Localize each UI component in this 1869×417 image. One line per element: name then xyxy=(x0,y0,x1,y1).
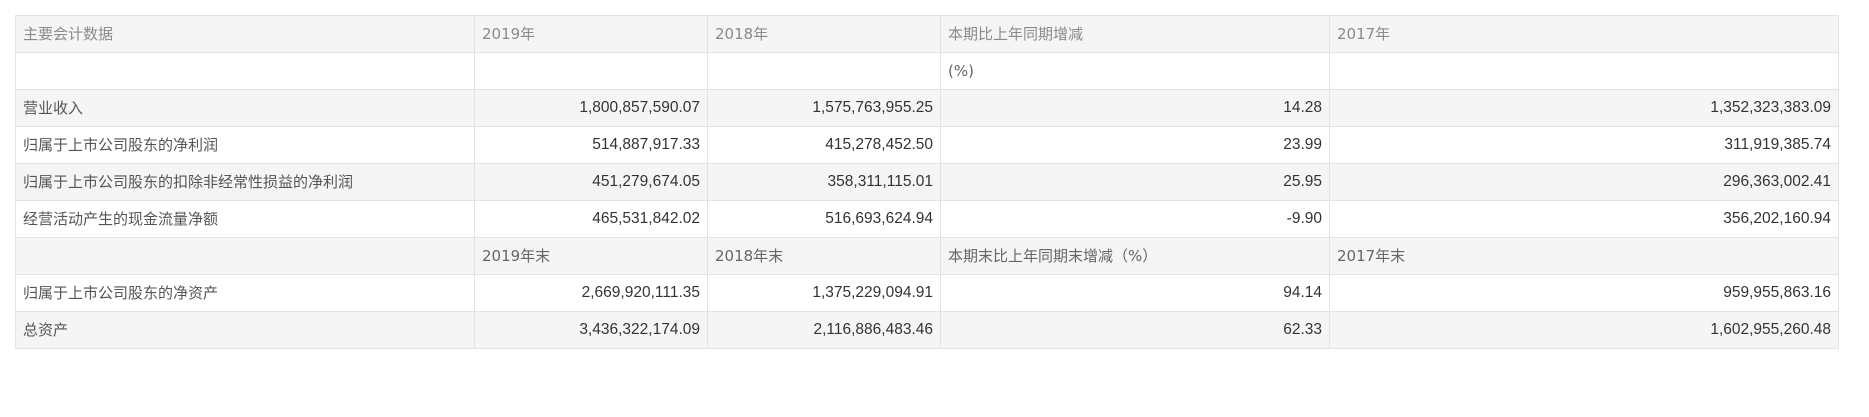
subheader-2018: 2018年末 xyxy=(707,237,941,275)
cell-2019: 514,887,917.33 xyxy=(474,126,708,164)
row-label: 归属于上市公司股东的扣除非经常性损益的净利润 xyxy=(15,163,475,201)
cell-2018: 415,278,452.50 xyxy=(707,126,941,164)
row-label: 经营活动产生的现金流量净额 xyxy=(15,200,475,238)
header-2019: 2019年 xyxy=(474,15,708,53)
subheader-2019: 2019年末 xyxy=(474,237,708,275)
cell-2018: 1,575,763,955.25 xyxy=(707,89,941,127)
cell-2018-end: 1,375,229,094.91 xyxy=(707,274,941,312)
table-row: 总资产 3,436,322,174.09 2,116,886,483.46 62… xyxy=(15,311,1839,349)
unit-empty-3 xyxy=(707,52,941,90)
unit-empty-2 xyxy=(474,52,708,90)
cell-change: 14.28 xyxy=(940,89,1330,127)
cell-2018-end: 2,116,886,483.46 xyxy=(707,311,941,349)
header-label: 主要会计数据 xyxy=(15,15,475,53)
cell-change-end: 62.33 xyxy=(940,311,1330,349)
cell-2017: 356,202,160.94 xyxy=(1329,200,1839,238)
header-2017: 2017年 xyxy=(1329,15,1839,53)
unit-empty-1 xyxy=(15,52,475,90)
cell-2017: 311,919,385.74 xyxy=(1329,126,1839,164)
subheader-empty xyxy=(15,237,475,275)
header-2018: 2018年 xyxy=(707,15,941,53)
unit-row: (%) xyxy=(15,52,1839,90)
cell-change: 23.99 xyxy=(940,126,1330,164)
cell-2017-end: 959,955,863.16 xyxy=(1329,274,1839,312)
cell-2019: 1,800,857,590.07 xyxy=(474,89,708,127)
cell-2018: 358,311,115.01 xyxy=(707,163,941,201)
financial-data-table-container: 主要会计数据 2019年 2018年 本期比上年同期增减 2017年 (%) 营… xyxy=(15,15,1839,349)
unit-empty-5 xyxy=(1329,52,1839,90)
row-label: 归属于上市公司股东的净利润 xyxy=(15,126,475,164)
cell-2017: 296,363,002.41 xyxy=(1329,163,1839,201)
financial-data-table: 主要会计数据 2019年 2018年 本期比上年同期增减 2017年 (%) 营… xyxy=(15,15,1839,349)
cell-change: -9.90 xyxy=(940,200,1330,238)
cell-2019-end: 2,669,920,111.35 xyxy=(474,274,708,312)
row-label: 总资产 xyxy=(15,311,475,349)
cell-change-end: 94.14 xyxy=(940,274,1330,312)
table-row: 归属于上市公司股东的扣除非经常性损益的净利润 451,279,674.05 35… xyxy=(15,163,1839,201)
subheader-2017: 2017年末 xyxy=(1329,237,1839,275)
cell-2017-end: 1,602,955,260.48 xyxy=(1329,311,1839,349)
table-row: 归属于上市公司股东的净利润 514,887,917.33 415,278,452… xyxy=(15,126,1839,164)
row-label: 归属于上市公司股东的净资产 xyxy=(15,274,475,312)
row-label: 营业收入 xyxy=(15,89,475,127)
unit-change-percent: (%) xyxy=(940,52,1330,90)
cell-2019: 451,279,674.05 xyxy=(474,163,708,201)
table-row: 经营活动产生的现金流量净额 465,531,842.02 516,693,624… xyxy=(15,200,1839,238)
cell-2017: 1,352,323,383.09 xyxy=(1329,89,1839,127)
cell-2018: 516,693,624.94 xyxy=(707,200,941,238)
header-change: 本期比上年同期增减 xyxy=(940,15,1330,53)
table-header-row: 主要会计数据 2019年 2018年 本期比上年同期增减 2017年 xyxy=(15,15,1839,53)
cell-change: 25.95 xyxy=(940,163,1330,201)
table-row: 营业收入 1,800,857,590.07 1,575,763,955.25 1… xyxy=(15,89,1839,127)
table-subheader-row: 2019年末 2018年末 本期末比上年同期末增减（%） 2017年末 xyxy=(15,237,1839,275)
subheader-change: 本期末比上年同期末增减（%） xyxy=(940,237,1330,275)
cell-2019-end: 3,436,322,174.09 xyxy=(474,311,708,349)
cell-2019: 465,531,842.02 xyxy=(474,200,708,238)
table-row: 归属于上市公司股东的净资产 2,669,920,111.35 1,375,229… xyxy=(15,274,1839,312)
